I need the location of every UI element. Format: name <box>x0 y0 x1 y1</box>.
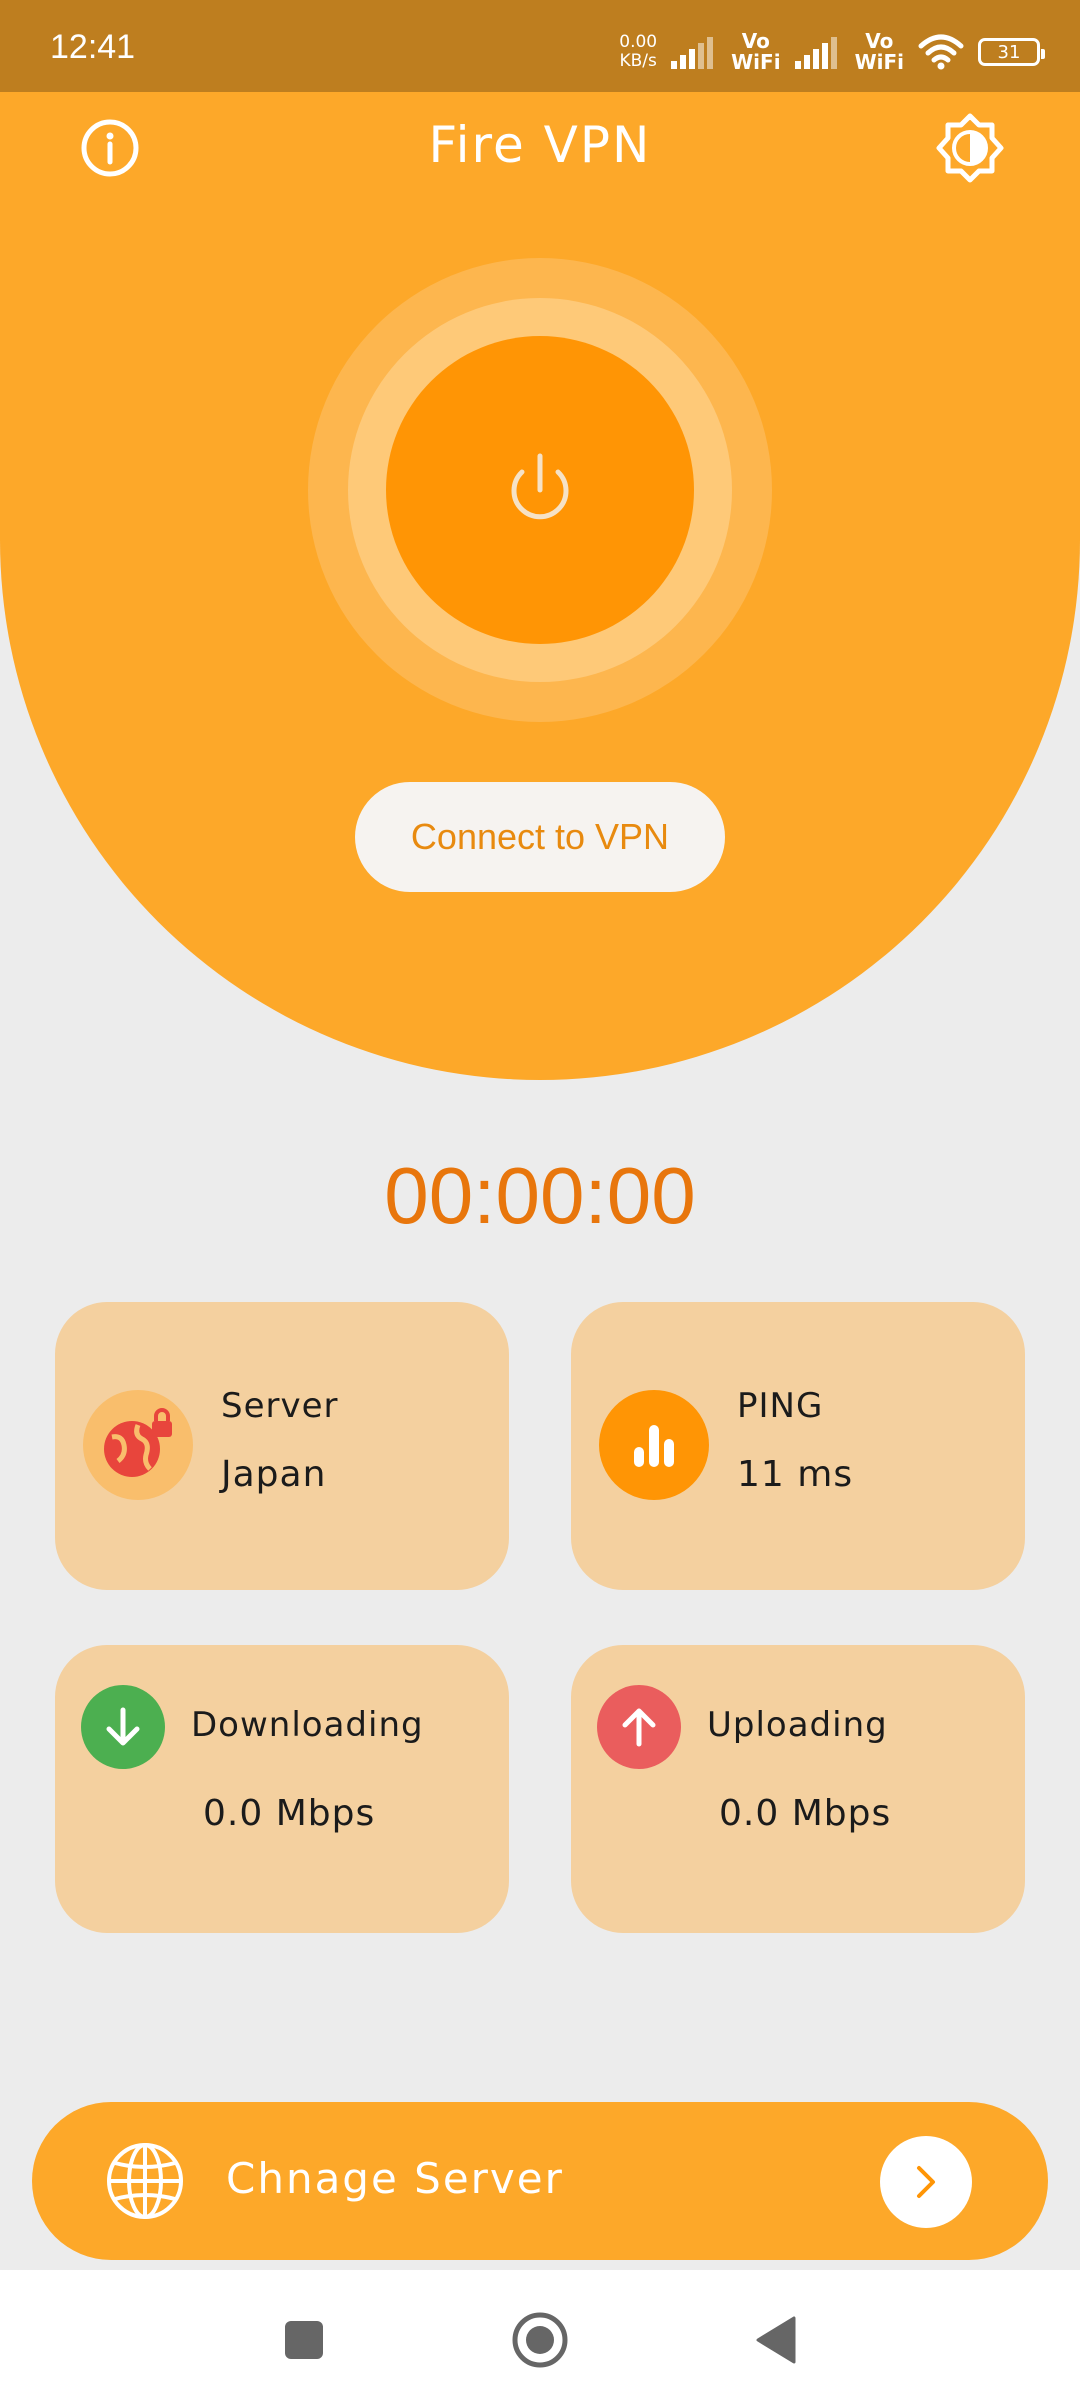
status-time: 12:41 <box>50 28 136 66</box>
sim2-label-top: Vo <box>865 29 894 53</box>
arrow-down-icon <box>106 1707 140 1746</box>
net-speed: 0.00 KB/s <box>619 33 657 71</box>
battery-level: 31 <box>997 41 1021 63</box>
server-value: Japan <box>221 1454 327 1495</box>
signal-bars-icon <box>671 37 714 69</box>
sim1-label-top: Vo <box>741 29 770 53</box>
hero-panel: Fire VPN Connect to VPN <box>0 92 1080 1080</box>
ping-card: PING 11 ms <box>571 1302 1025 1590</box>
system-nav-bar <box>0 2270 1080 2400</box>
connect-vpn-button[interactable]: Connect to VPN <box>355 782 725 892</box>
app-title: Fire VPN <box>428 116 652 174</box>
power-icon <box>511 453 569 520</box>
upload-value: 0.0 Mbps <box>719 1793 892 1834</box>
server-icon-wrap <box>83 1390 193 1500</box>
download-value: 0.0 Mbps <box>203 1793 376 1834</box>
theme-toggle-button[interactable] <box>934 112 1006 184</box>
globe-icon <box>107 2143 183 2219</box>
power-button[interactable] <box>386 336 694 644</box>
volte-wifi-1: Vo WiFi <box>731 31 780 73</box>
power-ring-outer <box>308 258 772 722</box>
net-speed-unit: KB/s <box>619 51 657 71</box>
sim2-label-bottom: WiFi <box>854 50 904 74</box>
bar-chart-icon <box>634 1425 674 1467</box>
status-icons: 0.00 KB/s Vo WiFi Vo WiFi 31 <box>619 28 1045 76</box>
arrow-up-icon <box>622 1708 656 1747</box>
server-card[interactable]: Server Japan <box>55 1302 509 1590</box>
nav-home-button[interactable] <box>510 2310 570 2370</box>
ping-value: 11 ms <box>737 1454 854 1495</box>
triangle-back-icon <box>756 2316 796 2364</box>
nav-recents-button[interactable] <box>274 2310 334 2370</box>
upload-label: Uploading <box>707 1705 888 1745</box>
sim1-label-bottom: WiFi <box>731 50 781 74</box>
ping-icon-wrap <box>599 1390 709 1500</box>
change-server-arrow-button[interactable] <box>880 2136 972 2228</box>
upload-card: Uploading 0.0 Mbps <box>571 1645 1025 1933</box>
globe-lock-icon <box>104 1408 172 1477</box>
download-label: Downloading <box>191 1705 424 1745</box>
nav-back-button[interactable] <box>746 2310 806 2370</box>
wifi-icon <box>918 34 964 70</box>
circle-icon <box>512 2312 568 2368</box>
brightness-icon <box>936 113 1004 183</box>
upload-icon-wrap <box>597 1685 681 1769</box>
connection-timer: 00:00:00 <box>384 1151 696 1240</box>
square-icon <box>285 2321 323 2359</box>
status-bar: 12:41 0.00 KB/s Vo WiFi Vo WiFi 31 <box>0 0 1080 92</box>
download-icon-wrap <box>81 1685 165 1769</box>
signal-bars-icon-2 <box>794 37 837 69</box>
volte-wifi-2: Vo WiFi <box>855 31 904 73</box>
download-card: Downloading 0.0 Mbps <box>55 1645 509 1933</box>
server-label: Server <box>221 1386 339 1426</box>
ping-label: PING <box>737 1386 824 1426</box>
power-ring-mid <box>348 298 732 682</box>
chevron-right-icon <box>917 2166 935 2198</box>
battery-icon: 31 <box>978 38 1045 66</box>
net-speed-value: 0.00 <box>619 32 658 52</box>
change-server-button[interactable]: Chnage Server <box>32 2102 1048 2260</box>
change-server-label: Chnage Server <box>226 2154 564 2203</box>
